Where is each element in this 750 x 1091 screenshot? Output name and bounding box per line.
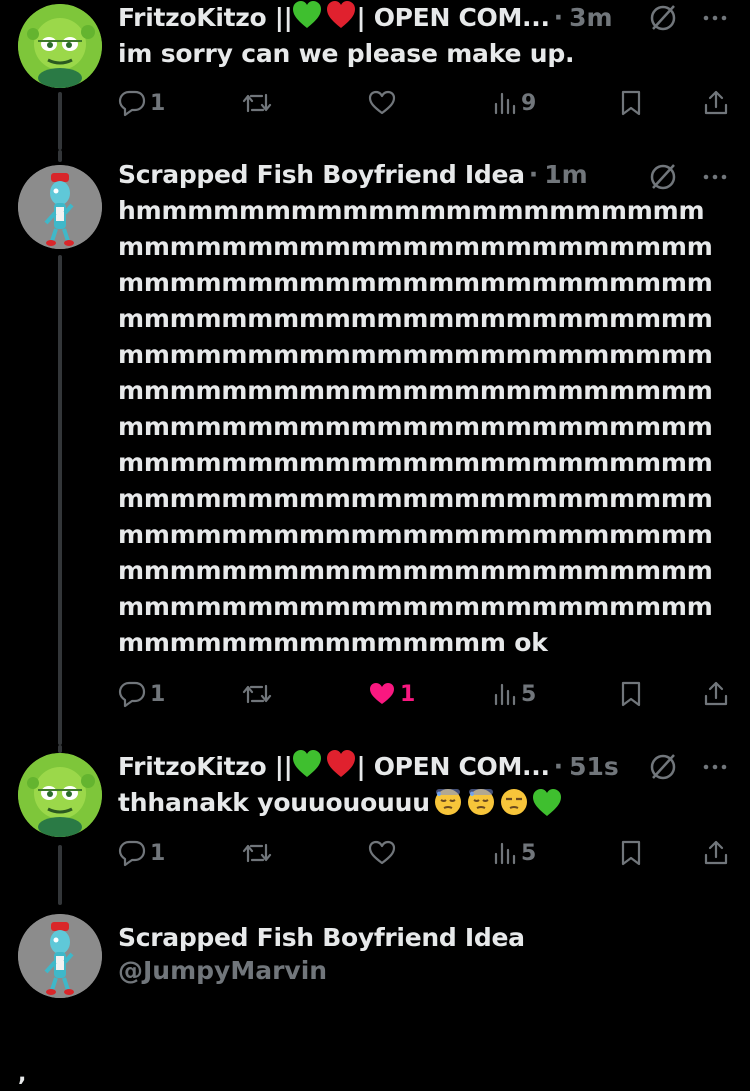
avatar-image: [18, 753, 102, 837]
reply-button[interactable]: 1: [118, 837, 165, 869]
view-count: 9: [521, 90, 537, 116]
display-name-suffix[interactable]: | OPEN COM...: [356, 3, 549, 32]
share-icon: [704, 681, 728, 706]
red-heart-emoji: [326, 1, 356, 33]
reply-button[interactable]: 1: [118, 87, 165, 119]
views-icon: [494, 683, 516, 706]
share-button[interactable]: [703, 678, 729, 710]
user-handle: @JumpyMarvin: [118, 956, 328, 985]
reply-icon: [118, 840, 146, 867]
bookmark-button[interactable]: [620, 87, 642, 119]
like-button[interactable]: 1: [368, 678, 415, 710]
more-icon[interactable]: [700, 162, 730, 192]
display-name-suffix[interactable]: | OPEN COM...: [356, 752, 549, 781]
green-heart-emoji: [292, 1, 322, 33]
retweet-button[interactable]: [242, 837, 272, 869]
separator-dot: ·: [528, 159, 539, 189]
thread-line: [58, 745, 62, 753]
display-name[interactable]: FritzoKitzo ||: [118, 3, 293, 32]
tweet[interactable]: Scrapped Fish Boyfriend Idea · 1m hmmmmm…: [0, 150, 750, 745]
avatar-image: [18, 914, 102, 998]
retweet-button[interactable]: [242, 87, 272, 119]
grok-icon[interactable]: [649, 753, 677, 781]
tweet[interactable]: FritzoKitzo || | OPEN COM... · 51s thhan…: [0, 745, 750, 905]
views-button[interactable]: 5: [493, 837, 536, 869]
reply-composer[interactable]: Scrapped Fish Boyfriend Idea @JumpyMarvi…: [0, 910, 750, 1020]
tweet-actions: 1 5: [118, 837, 738, 869]
avatar[interactable]: [18, 165, 102, 249]
like-icon: [370, 683, 394, 704]
grok-icon[interactable]: [649, 4, 677, 32]
grok-icon[interactable]: [649, 163, 677, 191]
green-heart-emoji: [292, 750, 322, 782]
share-icon: [704, 90, 728, 115]
downcast-sweat-emoji: [433, 787, 463, 817]
views-button[interactable]: 9: [493, 87, 536, 119]
tweet-text-row: thhanakk youuououuu: [118, 785, 726, 821]
retweet-icon: [242, 843, 272, 863]
like-count: 1: [400, 681, 416, 707]
tweet[interactable]: FritzoKitzo || | OPEN COM... · 3m im sor…: [0, 0, 750, 150]
timestamp[interactable]: 3m: [569, 3, 612, 32]
avatar[interactable]: [18, 914, 102, 998]
reply-count: 1: [150, 90, 166, 116]
more-icon[interactable]: [700, 752, 730, 782]
thread-line: [58, 255, 62, 745]
timestamp[interactable]: 1m: [544, 160, 587, 189]
thread-line: [58, 150, 62, 162]
like-button[interactable]: [368, 837, 400, 869]
retweet-icon: [242, 684, 272, 704]
thread-line: [58, 92, 62, 150]
red-heart-emoji: [326, 750, 356, 782]
avatar-image: [18, 165, 102, 249]
tweet-text: hmmmmmmmmmmmmmmmmmmmmmmmmmmmmmmmmmmmmmmm…: [118, 196, 713, 657]
reply-icon: [118, 90, 146, 117]
bookmark-icon: [621, 90, 641, 116]
views-button[interactable]: 5: [493, 678, 536, 710]
reply-count: 1: [150, 681, 166, 707]
green-heart-emoji: [532, 789, 562, 819]
separator-dot: ·: [553, 751, 564, 781]
bookmark-icon: [621, 681, 641, 707]
view-count: 5: [521, 681, 537, 707]
like-button[interactable]: [368, 87, 400, 119]
like-icon: [368, 840, 396, 865]
bookmark-icon: [621, 840, 641, 866]
display-name[interactable]: Scrapped Fish Boyfriend Idea: [118, 160, 525, 189]
share-button[interactable]: [703, 837, 729, 869]
bookmark-button[interactable]: [620, 837, 642, 869]
unamused-emoji: [499, 787, 529, 817]
thread-line: [58, 845, 62, 905]
reply-count: 1: [150, 840, 166, 866]
tweet-text: im sorry can we please make up.: [118, 39, 575, 68]
views-icon: [494, 842, 516, 865]
avatar[interactable]: [18, 753, 102, 837]
tweet-actions: 1 1 5: [118, 678, 738, 710]
retweet-button[interactable]: [242, 678, 272, 710]
corner-mark: ,: [18, 1062, 27, 1087]
separator-dot: ·: [553, 2, 564, 32]
tweet-actions: 1 9: [118, 87, 738, 119]
reply-button[interactable]: 1: [118, 678, 165, 710]
avatar-image: [18, 4, 102, 88]
display-name[interactable]: FritzoKitzo ||: [118, 752, 293, 781]
avatar[interactable]: [18, 4, 102, 88]
reply-icon: [118, 681, 146, 708]
like-icon: [368, 90, 396, 115]
share-button[interactable]: [703, 87, 729, 119]
downcast-sweat-emoji: [466, 787, 496, 817]
timestamp[interactable]: 51s: [569, 752, 619, 781]
display-name: Scrapped Fish Boyfriend Idea: [118, 922, 525, 952]
bookmark-button[interactable]: [620, 678, 642, 710]
views-icon: [494, 92, 516, 115]
view-count: 5: [521, 840, 537, 866]
more-icon[interactable]: [700, 3, 730, 33]
retweet-icon: [242, 93, 272, 113]
tweet-text: thhanakk youuououuu: [118, 788, 430, 817]
share-icon: [704, 840, 728, 865]
